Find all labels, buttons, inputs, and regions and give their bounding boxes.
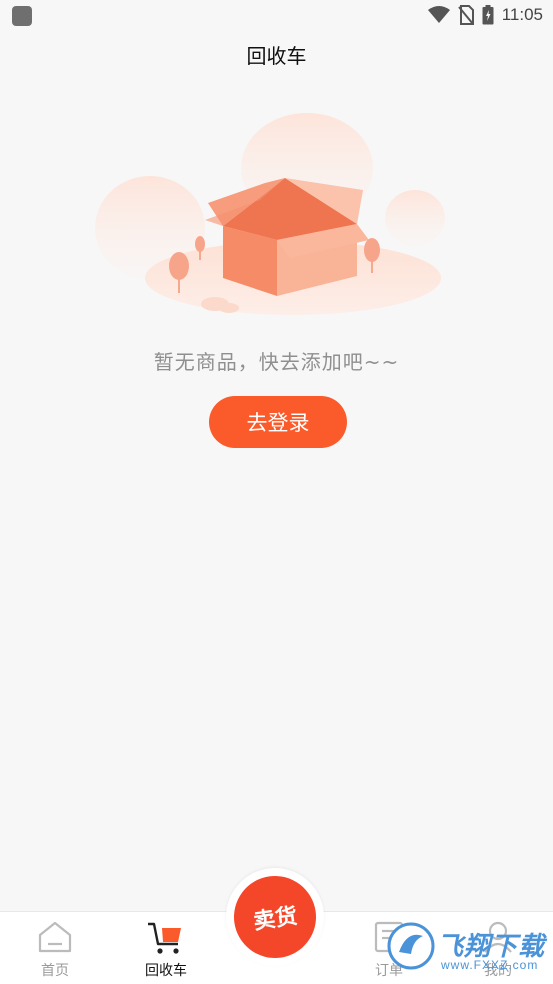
empty-message: 暂无商品，快去添加吧~~	[153, 350, 400, 374]
tab-home-label: 首页	[41, 963, 69, 979]
empty-box-illustration	[95, 113, 445, 315]
status-icons: 11:05	[427, 4, 543, 26]
tab-recycle-cart-label: 回收车	[145, 963, 187, 979]
tab-home[interactable]: 首页	[0, 912, 110, 984]
no-sim-icon	[457, 5, 474, 25]
tab-recycle-cart[interactable]: 回收车	[111, 912, 221, 984]
battery-icon	[482, 5, 494, 25]
login-button[interactable]: 去登录	[209, 396, 347, 448]
page-title: 回收车	[246, 44, 307, 68]
home-icon	[38, 921, 72, 953]
watermark-url: www.FXXZ.com	[441, 958, 539, 972]
status-bar: 11:05	[0, 0, 553, 30]
watermark-logo-icon	[387, 922, 435, 970]
status-time: 11:05	[501, 5, 543, 24]
sell-button-wrap: 卖货	[226, 868, 324, 966]
watermark: 飞翔下载 www.FXXZ.com	[385, 918, 545, 976]
cart-icon	[148, 922, 181, 954]
wifi-icon	[427, 6, 450, 23]
sell-button[interactable]: 卖货	[228, 870, 322, 964]
app-notification-icon	[12, 6, 32, 26]
